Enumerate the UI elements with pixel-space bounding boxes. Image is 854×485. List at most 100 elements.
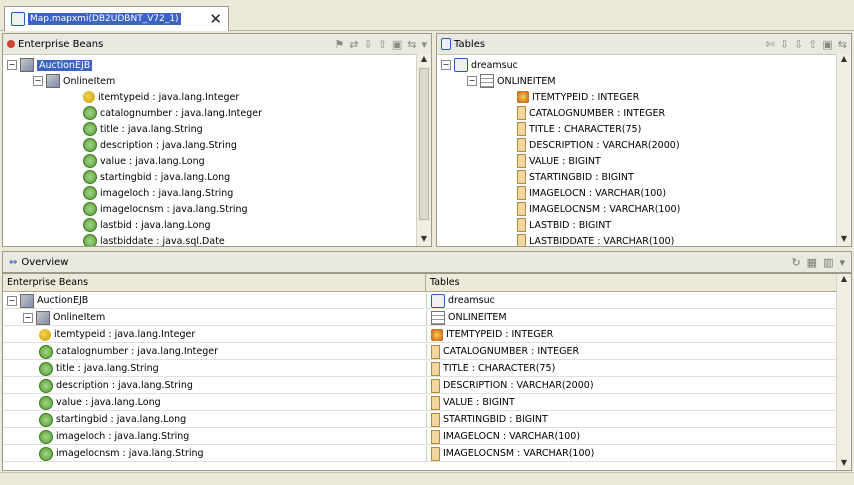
overview-row-bean[interactable]: − OnlineItem	[3, 310, 426, 326]
overview-row-table[interactable]: STARTINGBID : BIGINT	[426, 412, 839, 428]
column-header-enterprise-beans[interactable]: Enterprise Beans	[3, 274, 426, 292]
overview-cell-table: VALUE : BIGINT	[443, 397, 515, 408]
tree-node-field[interactable]: title : java.lang.String	[83, 121, 203, 137]
scroll-down-arrow[interactable]: ▼	[837, 234, 851, 246]
refresh-icon[interactable]: ↻	[791, 256, 800, 269]
overview-row-bean[interactable]: startingbid : java.lang.Long	[3, 412, 426, 428]
tables-scrollbar[interactable]: ▲ ▼	[836, 54, 851, 246]
collapse-toggle-icon[interactable]: −	[7, 60, 17, 70]
overview-row-table[interactable]: ONLINEITEM	[426, 310, 839, 326]
collapse-toggle-icon[interactable]: −	[441, 60, 451, 70]
filter-icon[interactable]: ⚑	[334, 38, 344, 51]
tree-node-database[interactable]: − dreamsuc	[441, 57, 518, 73]
overview-row-bean[interactable]: itemtypeid : java.lang.Integer	[3, 327, 426, 343]
overview-cell-bean: startingbid : java.lang.Long	[56, 414, 187, 425]
scroll-down-arrow[interactable]: ▼	[837, 458, 851, 470]
up-arrow-icon[interactable]: ⇧	[808, 38, 817, 51]
overview-row-bean[interactable]: value : java.lang.Long	[3, 395, 426, 411]
cmp-field-icon	[83, 106, 97, 120]
tree-node-table[interactable]: − ONLINEITEM	[467, 73, 556, 89]
database-icon	[454, 58, 468, 72]
overview-row-table[interactable]: VALUE : BIGINT	[426, 395, 839, 411]
overview-row-bean[interactable]: title : java.lang.String	[3, 361, 426, 377]
tree-node-field[interactable]: catalognumber : java.lang.Integer	[83, 105, 262, 121]
overview-row-table[interactable]: CATALOGNUMBER : INTEGER	[426, 344, 839, 360]
tree-node-field[interactable]: description : java.lang.String	[83, 137, 237, 153]
tree-node-column-label: IMAGELOCNSM : VARCHAR(100)	[529, 203, 681, 215]
tree-node-column[interactable]: VALUE : BIGINT	[517, 153, 601, 169]
tree-node-column[interactable]: IMAGELOCN : VARCHAR(100)	[517, 185, 666, 201]
down-arrow-icon[interactable]: ⇩	[794, 38, 803, 51]
link-icon[interactable]: ✄	[766, 38, 775, 51]
tree-node-field[interactable]: lastbiddate : java.sql.Date	[83, 233, 225, 246]
tree-node-column[interactable]: ITEMTYPEID : INTEGER	[517, 89, 639, 105]
column-header-tables[interactable]: Tables	[426, 274, 839, 292]
cmp-field-icon	[83, 218, 97, 232]
column-icon	[431, 378, 440, 393]
down-arrow-icon[interactable]: ⇩	[780, 38, 789, 51]
tables-pane-header: Tables ✄ ⇩ ⇩ ⇧ ▣ ⇆	[437, 34, 851, 55]
up-arrow-icon[interactable]: ⇧	[378, 38, 387, 51]
collapse-toggle-icon[interactable]: −	[33, 76, 43, 86]
tree-node-field-label: value : java.lang.Long	[100, 155, 205, 167]
map-icon[interactable]: ⇄	[349, 38, 358, 51]
tree-node-column-label: VALUE : BIGINT	[529, 155, 601, 167]
collapse-icon[interactable]: ▣	[392, 38, 402, 51]
tree-node-field[interactable]: startingbid : java.lang.Long	[83, 169, 230, 185]
scroll-up-arrow[interactable]: ▲	[417, 54, 431, 66]
view-menu-icon[interactable]: ▾	[839, 256, 845, 269]
overview-row-bean[interactable]: catalognumber : java.lang.Integer	[3, 344, 426, 360]
tree-node-field[interactable]: itemtypeid : java.lang.Integer	[83, 89, 239, 105]
overview-row-table[interactable]: TITLE : CHARACTER(75)	[426, 361, 839, 377]
ejb-scrollbar[interactable]: ▲ ▼	[416, 54, 431, 246]
overview-row-table[interactable]: DESCRIPTION : VARCHAR(2000)	[426, 378, 839, 394]
tree-node-field-label: catalognumber : java.lang.Integer	[100, 107, 263, 119]
close-icon[interactable]: ✕	[209, 10, 222, 28]
overview-row-bean[interactable]: imagelocnsm : java.lang.String	[3, 446, 426, 462]
overview-row-table[interactable]: IMAGELOCNSM : VARCHAR(100)	[426, 446, 839, 462]
overview-row-bean[interactable]: description : java.lang.String	[3, 378, 426, 394]
collapse-toggle-icon[interactable]: −	[467, 76, 477, 86]
filter-icon[interactable]: ▥	[823, 256, 833, 269]
tree-node-column[interactable]: STARTINGBID : BIGINT	[517, 169, 634, 185]
tree-node-column[interactable]: TITLE : CHARACTER(75)	[517, 121, 641, 137]
overview-row-bean[interactable]: − AuctionEJB	[3, 293, 426, 309]
tree-node-field[interactable]: value : java.lang.Long	[83, 153, 205, 169]
cmp-field-icon	[83, 170, 97, 184]
cmp-field-icon	[39, 344, 53, 359]
column-icon	[517, 202, 526, 216]
scroll-up-arrow[interactable]: ▲	[837, 54, 851, 66]
sync-icon[interactable]: ⇆	[407, 38, 416, 51]
layout-icon[interactable]: ▦	[807, 256, 817, 269]
tree-node-database-label: dreamsuc	[471, 59, 518, 71]
sync-icon[interactable]: ⇆	[838, 38, 847, 51]
overview-table: Enterprise Beans Tables − AuctionEJB dream…	[2, 273, 852, 471]
collapse-icon[interactable]: ▣	[822, 38, 832, 51]
cmp-field-icon	[83, 186, 97, 200]
overview-row-bean[interactable]: imageloch : java.lang.String	[3, 429, 426, 445]
tree-node-field[interactable]: lastbid : java.lang.Long	[83, 217, 211, 233]
tree-node-onlineitem[interactable]: − OnlineItem	[33, 73, 115, 89]
scroll-thumb[interactable]	[419, 68, 429, 220]
down-arrow-icon[interactable]: ⇩	[363, 38, 372, 51]
collapse-toggle-icon[interactable]: −	[23, 312, 33, 323]
overview-row-table[interactable]: dreamsuc	[426, 293, 839, 309]
tree-node-field[interactable]: imagelocnsm : java.lang.String	[83, 201, 248, 217]
view-menu-icon[interactable]: ▾	[421, 38, 427, 51]
overview-row-table[interactable]: IMAGELOCN : VARCHAR(100)	[426, 429, 839, 445]
overview-scrollbar[interactable]: ▲ ▼	[836, 274, 851, 470]
overview-row-table[interactable]: ITEMTYPEID : INTEGER	[426, 327, 839, 343]
editor-tab-map[interactable]: Map.mapxmi(DB2UDBNT_V72_1) ✕	[4, 6, 229, 31]
tree-node-column[interactable]: LASTBID : BIGINT	[517, 217, 611, 233]
tree-node-column[interactable]: LASTBIDDATE : VARCHAR(100)	[517, 233, 674, 246]
scroll-down-arrow[interactable]: ▼	[417, 234, 431, 246]
collapse-toggle-icon[interactable]: −	[7, 295, 17, 306]
scroll-up-arrow[interactable]: ▲	[837, 274, 851, 286]
column-icon	[517, 154, 526, 168]
tree-node-column[interactable]: IMAGELOCNSM : VARCHAR(100)	[517, 201, 680, 217]
tree-node-auctionejb[interactable]: − AuctionEJB	[7, 57, 93, 73]
tree-node-column[interactable]: CATALOGNUMBER : INTEGER	[517, 105, 665, 121]
tree-node-field[interactable]: imageloch : java.lang.String	[83, 185, 233, 201]
column-icon	[517, 170, 526, 184]
tree-node-column[interactable]: DESCRIPTION : VARCHAR(2000)	[517, 137, 680, 153]
